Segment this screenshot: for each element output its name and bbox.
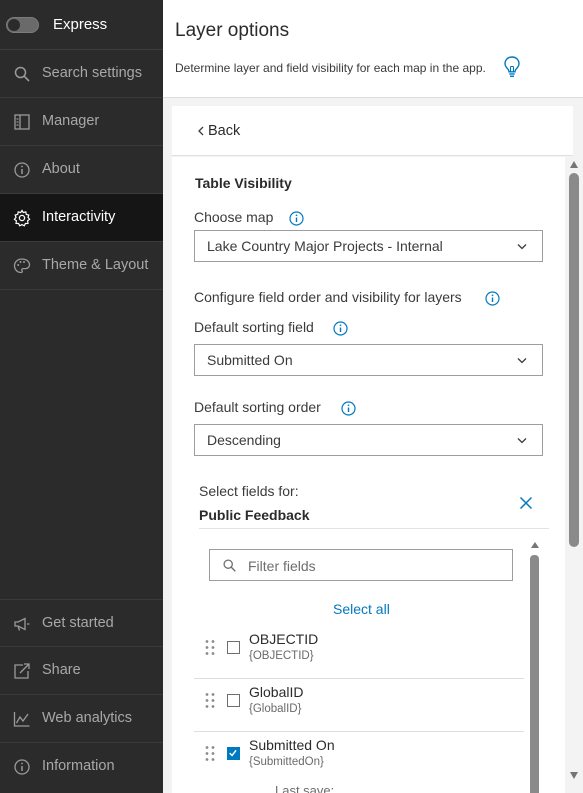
analytics-icon: [13, 712, 30, 727]
field-selection-panel: Select fields for: Public Feedback Selec…: [194, 477, 550, 793]
scroll-up-arrow[interactable]: [531, 542, 539, 548]
chevron-down-icon: [517, 358, 527, 364]
sidebar-item-web-analytics[interactable]: Web analytics: [0, 695, 163, 743]
field-row: GlobalID {GlobalID}: [194, 679, 524, 732]
field-name: GlobalID: [249, 684, 304, 700]
table-visibility-form: Table Visibility Choose map Lake Country…: [172, 157, 565, 793]
info-icon[interactable]: [341, 401, 356, 416]
express-label: Express: [53, 16, 108, 33]
chevron-left-icon: [198, 126, 204, 136]
choose-map-select[interactable]: Lake Country Major Projects - Internal: [194, 230, 543, 262]
info-icon[interactable]: [289, 211, 304, 226]
lightbulb-icon[interactable]: [502, 55, 522, 79]
back-button[interactable]: Back: [172, 106, 573, 156]
close-icon[interactable]: [519, 496, 533, 510]
sidebar-item-search-settings[interactable]: Search settings: [0, 50, 163, 98]
share-icon: [14, 663, 30, 679]
sorting-order-select[interactable]: Descending: [194, 424, 543, 456]
panel-scrollbar[interactable]: [566, 157, 583, 793]
express-toggle[interactable]: [6, 17, 39, 33]
layer-name: Public Feedback: [199, 507, 310, 523]
field-key: {OBJECTID}: [249, 650, 314, 662]
configure-fields-label: Configure field order and visibility for…: [194, 289, 462, 305]
palette-icon: [13, 258, 31, 274]
scroll-down-arrow[interactable]: [570, 772, 578, 779]
section-title: Table Visibility: [195, 175, 292, 191]
back-label: Back: [208, 123, 241, 139]
last-save-label: Last save:: [275, 783, 335, 793]
drag-handle-icon[interactable]: [204, 692, 216, 709]
field-list-scrollbar[interactable]: [528, 540, 542, 793]
panel-header: Layer options Determine layer and field …: [163, 0, 583, 98]
sorting-field-value: Submitted On: [207, 352, 293, 368]
sidebar-item-label: Interactivity: [42, 209, 116, 225]
info-icon: [14, 759, 30, 775]
field-name: Submitted On: [249, 737, 335, 753]
sidebar-item-get-started[interactable]: Get started: [0, 599, 163, 647]
search-icon: [14, 66, 30, 82]
sidebar-item-label: Theme & Layout: [42, 257, 149, 273]
sidebar-item-theme-layout[interactable]: Theme & Layout: [0, 242, 163, 290]
divider: [199, 528, 549, 529]
page-title: Layer options: [175, 20, 290, 41]
sidebar-item-label: Get started: [42, 615, 114, 631]
chevron-down-icon: [517, 244, 527, 250]
sidebar-item-label: Information: [42, 758, 115, 774]
manager-icon: [14, 114, 30, 130]
select-all-link[interactable]: Select all: [333, 601, 390, 617]
drag-handle-icon[interactable]: [204, 639, 216, 656]
sidebar-item-information[interactable]: Information: [0, 743, 163, 791]
field-key: {SubmittedOn}: [249, 756, 324, 768]
sorting-field-select[interactable]: Submitted On: [194, 344, 543, 376]
sidebar-item-about[interactable]: About: [0, 146, 163, 194]
megaphone-icon: [14, 617, 30, 631]
sidebar: Express Search settings Manager About In…: [0, 0, 163, 793]
checkmark-icon: [229, 749, 237, 757]
sidebar-item-label: Search settings: [42, 65, 142, 81]
sidebar-item-label: Share: [42, 662, 81, 678]
express-mode-row: Express: [0, 0, 163, 50]
sidebar-item-manager[interactable]: Manager: [0, 98, 163, 146]
field-checkbox-checked[interactable]: [227, 747, 240, 760]
field-row: Submitted On {SubmittedOn}: [194, 732, 524, 785]
field-row: OBJECTID {OBJECTID}: [194, 626, 524, 679]
sidebar-item-label: Manager: [42, 113, 100, 129]
filter-fields-text[interactable]: [248, 556, 498, 576]
sidebar-item-interactivity[interactable]: Interactivity: [0, 194, 163, 242]
sorting-order-value: Descending: [207, 432, 281, 448]
info-icon[interactable]: [485, 291, 500, 306]
sidebar-item-share[interactable]: Share: [0, 647, 163, 695]
scroll-thumb[interactable]: [569, 173, 579, 547]
chevron-down-icon: [517, 438, 527, 444]
info-icon: [14, 162, 30, 178]
toggle-knob: [8, 19, 20, 31]
sorting-order-label: Default sorting order: [194, 399, 321, 415]
choose-map-value: Lake Country Major Projects - Internal: [207, 238, 443, 254]
choose-map-label: Choose map: [194, 209, 274, 225]
scroll-thumb[interactable]: [530, 555, 539, 793]
sorting-field-label: Default sorting field: [194, 319, 314, 335]
select-fields-label: Select fields for:: [199, 483, 299, 499]
sidebar-item-label: Web analytics: [42, 710, 132, 726]
sidebar-item-label: About: [42, 161, 80, 177]
field-checkbox[interactable]: [227, 641, 240, 654]
field-key: {GlobalID}: [249, 703, 302, 715]
field-name: OBJECTID: [249, 631, 319, 647]
search-icon: [223, 559, 236, 572]
info-icon[interactable]: [333, 321, 348, 336]
filter-fields-input[interactable]: [209, 549, 513, 581]
scroll-up-arrow[interactable]: [570, 161, 578, 168]
drag-handle-icon[interactable]: [204, 745, 216, 762]
gear-icon: [13, 209, 31, 227]
page-description: Determine layer and field visibility for…: [175, 61, 486, 75]
field-checkbox[interactable]: [227, 694, 240, 707]
